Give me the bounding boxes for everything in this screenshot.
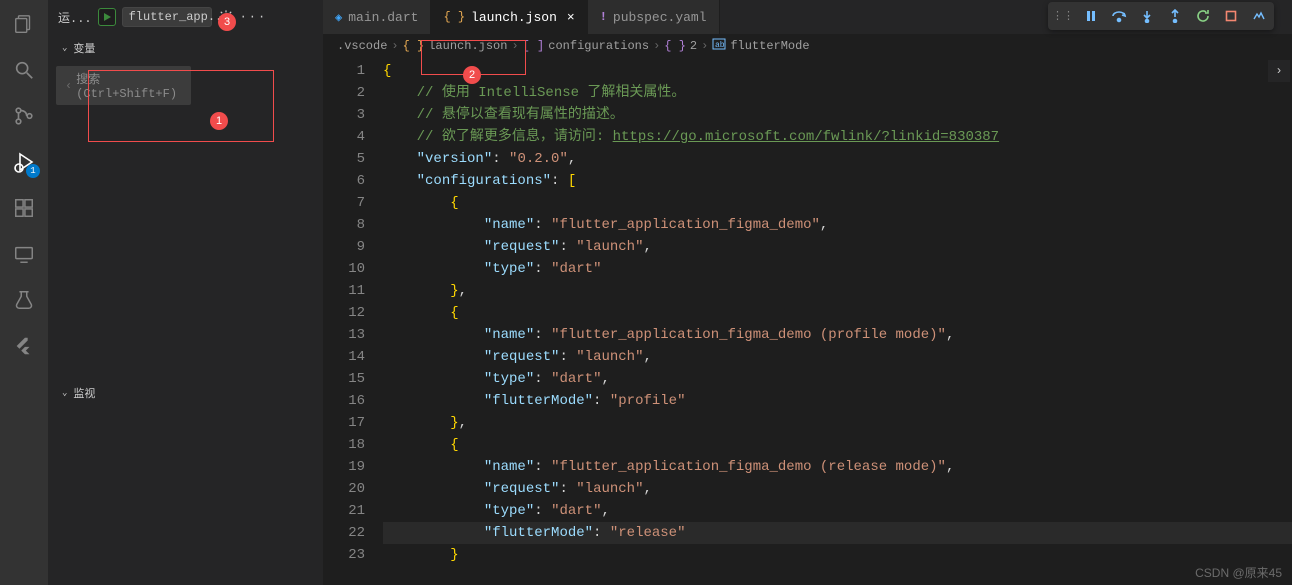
activity-source-control-icon[interactable]	[10, 102, 38, 130]
tab-main-dart[interactable]: ◈ main.dart	[323, 0, 431, 34]
chevron-right-icon: ›	[653, 39, 660, 53]
activity-extensions-icon[interactable]	[10, 194, 38, 222]
step-out-button[interactable]	[1166, 7, 1184, 25]
watch-label: 监视	[73, 385, 95, 401]
activity-bar: 1	[0, 0, 48, 585]
more-icon[interactable]: ···	[240, 10, 268, 24]
pause-button[interactable]	[1082, 7, 1100, 25]
step-into-button[interactable]	[1138, 7, 1156, 25]
chevron-right-icon: ›	[511, 39, 518, 53]
breadcrumb-file[interactable]: { } launch.json	[403, 39, 508, 53]
start-debug-button[interactable]	[98, 8, 116, 26]
activity-flutter-icon[interactable]	[10, 332, 38, 360]
chevron-right-icon: ›	[701, 39, 708, 53]
tab-label: pubspec.yaml	[613, 10, 707, 25]
restart-button[interactable]	[1194, 7, 1212, 25]
grip-icon[interactable]: ⋮⋮	[1054, 7, 1072, 25]
annotation-badge-2: 2	[463, 66, 481, 84]
close-icon[interactable]: ×	[567, 10, 575, 25]
overflow-button[interactable]: ›	[1268, 60, 1290, 82]
variables-label: 变量	[73, 40, 95, 56]
run-header: 运... flutter_app... ···	[48, 0, 323, 34]
activity-explorer-icon[interactable]	[10, 10, 38, 38]
chevron-left-icon: ‹	[65, 79, 72, 93]
editor-area: ◈ main.dart { } launch.json × ! pubspec.…	[323, 0, 1292, 585]
line-gutter: 1234567891011121314151617181920212223	[323, 58, 383, 585]
object-icon: { }	[664, 39, 686, 53]
breadcrumb-symbol[interactable]: ab flutterMode	[712, 38, 809, 54]
search-placeholder: 搜索 (Ctrl+Shift+F)	[76, 70, 182, 101]
dart-file-icon: ◈	[335, 10, 342, 25]
watch-section[interactable]: ⌄ 监视	[48, 379, 323, 407]
run-sidebar: 运... flutter_app... ··· ⌄ 变量 ‹ 搜索 (Ctrl+…	[48, 0, 323, 585]
step-over-button[interactable]	[1110, 7, 1128, 25]
activity-testing-icon[interactable]	[10, 286, 38, 314]
variables-section[interactable]: ⌄ 变量	[48, 34, 323, 62]
code-editor[interactable]: 1234567891011121314151617181920212223 { …	[323, 58, 1292, 585]
stop-button[interactable]	[1222, 7, 1240, 25]
annotation-badge-3: 3	[218, 13, 236, 31]
tab-label: main.dart	[348, 10, 418, 25]
activity-run-debug-icon[interactable]: 1	[10, 148, 38, 176]
json-file-icon: { }	[443, 10, 465, 24]
search-input[interactable]: ‹ 搜索 (Ctrl+Shift+F)	[56, 66, 191, 105]
string-icon: ab	[712, 38, 726, 54]
debug-badge: 1	[26, 164, 40, 178]
array-icon: [ ]	[523, 39, 545, 53]
chevron-down-icon: ⌄	[62, 43, 67, 53]
watermark: CSDN @原来45	[1195, 564, 1282, 581]
tab-launch-json[interactable]: { } launch.json ×	[431, 0, 587, 34]
breadcrumb-folder[interactable]: .vscode	[337, 39, 387, 53]
breadcrumb-symbol[interactable]: { } 2	[664, 39, 697, 53]
devtools-button[interactable]	[1250, 7, 1268, 25]
launch-config-select[interactable]: flutter_app...	[122, 7, 212, 27]
json-file-icon: { }	[403, 39, 425, 53]
chevron-right-icon: ›	[391, 39, 398, 53]
activity-search-icon[interactable]	[10, 56, 38, 84]
code-content[interactable]: { // 使用 IntelliSense 了解相关属性。 // 悬停以查看现有属…	[383, 58, 1292, 585]
run-title: 运...	[58, 9, 92, 26]
svg-text:ab: ab	[715, 41, 725, 50]
debug-toolbar[interactable]: ⋮⋮	[1048, 2, 1274, 30]
annotation-badge-1: 1	[210, 112, 228, 130]
tab-pubspec-yaml[interactable]: ! pubspec.yaml	[588, 0, 720, 34]
breadcrumbs[interactable]: .vscode › { } launch.json › [ ] configur…	[323, 34, 1292, 58]
breadcrumb-symbol[interactable]: [ ] configurations	[523, 39, 649, 53]
yaml-file-icon: !	[600, 10, 607, 24]
chevron-down-icon: ⌄	[62, 388, 67, 398]
tab-label: launch.json	[471, 10, 557, 25]
activity-remote-icon[interactable]	[10, 240, 38, 268]
